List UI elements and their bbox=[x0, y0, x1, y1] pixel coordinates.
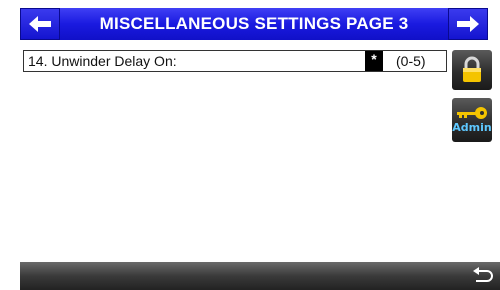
header-bar: MISCELLANEOUS SETTINGS PAGE 3 bbox=[20, 8, 488, 40]
admin-button[interactable]: Admin bbox=[452, 98, 492, 142]
page-title: MISCELLANEOUS SETTINGS PAGE 3 bbox=[99, 14, 409, 33]
lock-button[interactable] bbox=[452, 50, 492, 90]
next-page-button[interactable] bbox=[448, 8, 488, 40]
setting-range: (0-5) bbox=[396, 53, 426, 69]
back-button[interactable] bbox=[470, 264, 496, 288]
arrow-left-icon bbox=[29, 16, 51, 32]
previous-page-button[interactable] bbox=[20, 8, 60, 40]
admin-label: Admin bbox=[452, 121, 492, 134]
bottom-toolbar bbox=[20, 262, 500, 290]
setting-value-field[interactable]: * bbox=[365, 51, 383, 71]
settings-screen: MISCELLANEOUS SETTINGS PAGE 3 14. Unwind… bbox=[0, 0, 500, 290]
setting-row-unwinder-delay-on: 14. Unwinder Delay On: * (0-5) bbox=[23, 50, 447, 72]
padlock-icon bbox=[463, 56, 481, 82]
setting-label: 14. Unwinder Delay On: bbox=[28, 53, 177, 69]
key-icon bbox=[457, 107, 487, 119]
arrow-right-icon bbox=[457, 16, 479, 32]
return-arrow-icon bbox=[473, 267, 493, 282]
